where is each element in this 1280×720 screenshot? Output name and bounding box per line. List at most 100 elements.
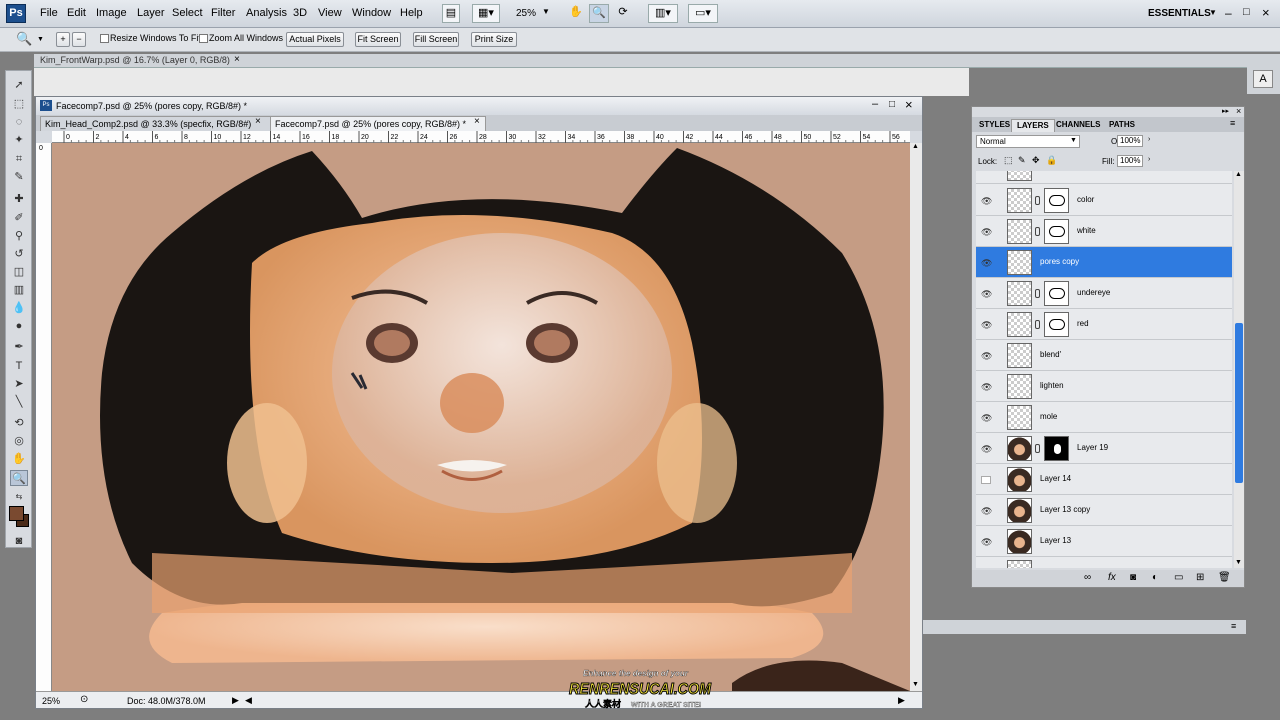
foreground-color-swatch[interactable] <box>9 506 24 521</box>
link-icon[interactable] <box>1035 444 1040 453</box>
marquee-tool-icon[interactable]: ⬚ <box>10 96 28 112</box>
panel-close-icon[interactable]: × <box>1236 106 1241 116</box>
menu-filter[interactable]: Filter <box>211 7 235 19</box>
status-menu-arrow-icon[interactable]: ▶ <box>232 695 239 706</box>
layer-row-partial-bottom[interactable] <box>976 557 1232 568</box>
blend-dropdown-icon[interactable]: ▼ <box>1070 137 1077 144</box>
zoom-all-checkbox[interactable] <box>199 34 208 43</box>
eye-icon[interactable]: 👁 <box>981 228 992 237</box>
workspace-switcher[interactable]: ESSENTIALS <box>1148 8 1211 19</box>
zoom-dropdown-icon[interactable]: ▼ <box>542 7 550 16</box>
menu-layer[interactable]: Layer <box>137 7 165 19</box>
layers-scroll-down-icon[interactable]: ▼ <box>1235 559 1242 566</box>
clone-stamp-tool-icon[interactable]: ⚲ <box>10 228 28 244</box>
view-extras-icon[interactable]: ▦▾ <box>472 4 500 23</box>
line-tool-icon[interactable]: ╲ <box>10 394 28 410</box>
workspace-dropdown-icon[interactable]: ▼ <box>1209 8 1217 17</box>
link-icon[interactable] <box>1035 196 1040 205</box>
layer-row-layer-13-copy[interactable]: 👁 Layer 13 copy <box>976 495 1232 526</box>
layers-scroll-thumb[interactable] <box>1235 323 1243 483</box>
eye-icon[interactable]: 👁 <box>981 414 992 423</box>
lock-all-icon[interactable]: 🔒 <box>1046 155 1057 166</box>
eye-icon[interactable]: 👁 <box>981 321 992 330</box>
quick-select-tool-icon[interactable]: ✦ <box>10 132 28 148</box>
maximize-icon[interactable]: □ <box>1243 6 1250 18</box>
document-vertical-scrollbar[interactable]: ▲ ▼ <box>910 143 922 691</box>
eye-icon[interactable]: 👁 <box>981 507 992 516</box>
layer-mask-thumbnail[interactable] <box>1044 188 1069 213</box>
menu-window[interactable]: Window <box>352 7 391 19</box>
layer-row-color[interactable]: 👁 color <box>976 185 1232 216</box>
close-icon[interactable]: × <box>1262 5 1270 20</box>
layer-row-layer-19[interactable]: 👁 Layer 19 <box>976 433 1232 464</box>
print-size-button[interactable]: Print Size <box>471 32 517 47</box>
eye-icon[interactable]: 👁 <box>981 352 992 361</box>
doc-maximize-icon[interactable]: □ <box>889 99 895 110</box>
type-tool-icon[interactable]: T <box>10 358 28 374</box>
arrange-documents-icon[interactable]: ▥▾ <box>648 4 678 23</box>
layers-scroll-up-icon[interactable]: ▲ <box>1235 171 1242 178</box>
layer-mask-thumbnail[interactable] <box>1044 312 1069 337</box>
scroll-up-icon[interactable]: ▲ <box>912 143 919 150</box>
new-group-icon[interactable]: ▭ <box>1174 572 1183 583</box>
layer-row-lighten[interactable]: 👁 lighten <box>976 371 1232 402</box>
layer-row-layer-14[interactable]: Layer 14 <box>976 464 1232 495</box>
resize-windows-checkbox[interactable] <box>100 34 109 43</box>
blur-tool-icon[interactable]: 💧 <box>10 300 28 316</box>
3d-orbit-tool-icon[interactable]: ◎ <box>10 433 28 449</box>
minimize-icon[interactable]: – <box>1225 6 1232 20</box>
eye-icon[interactable]: 👁 <box>981 445 992 454</box>
tab-close-icon[interactable]: × <box>474 116 480 127</box>
zoom-preset-icon[interactable]: 🔍 <box>16 31 32 47</box>
lower-panel-menu-icon[interactable]: ≡ <box>1231 621 1236 631</box>
tab-close-icon[interactable]: × <box>255 116 261 127</box>
zoom-out-icon[interactable]: − <box>72 32 86 47</box>
character-panel-icon[interactable]: A <box>1253 70 1273 88</box>
tab-layers[interactable]: LAYERS <box>1011 119 1055 132</box>
layer-row-pores-copy[interactable]: 👁 pores copy <box>976 247 1232 278</box>
healing-brush-tool-icon[interactable]: ✚ <box>10 191 28 207</box>
layer-row-mole[interactable]: 👁 mole <box>976 402 1232 433</box>
crop-tool-icon[interactable]: ⌗ <box>10 151 28 167</box>
fill-screen-button[interactable]: Fill Screen <box>413 32 459 47</box>
eye-icon[interactable]: 👁 <box>981 197 992 206</box>
menu-image[interactable]: Image <box>96 7 127 19</box>
gradient-tool-icon[interactable]: ▥ <box>10 282 28 298</box>
opacity-field[interactable]: 100% <box>1117 135 1143 147</box>
layer-row-partial[interactable] <box>976 171 1232 184</box>
menu-view[interactable]: View <box>318 7 342 19</box>
quick-mask-icon[interactable]: ◙ <box>10 533 28 549</box>
layer-style-icon[interactable]: fx <box>1108 572 1116 583</box>
eye-icon[interactable]: 👁 <box>981 259 992 268</box>
menu-select[interactable]: Select <box>172 7 203 19</box>
lock-image-icon[interactable]: ✎ <box>1018 155 1026 166</box>
tab-channels[interactable]: CHANNELS <box>1051 119 1105 131</box>
eye-icon[interactable]: 👁 <box>981 383 992 392</box>
canvas[interactable] <box>52 143 910 691</box>
zoom-tool-icon[interactable]: 🔍 <box>589 4 609 23</box>
pen-tool-icon[interactable]: ✒ <box>10 339 28 355</box>
scroll-down-icon[interactable]: ▼ <box>912 681 919 688</box>
add-mask-icon[interactable]: ◙ <box>1130 572 1136 583</box>
menu-help[interactable]: Help <box>400 7 423 19</box>
background-document-close-icon[interactable]: × <box>234 54 240 65</box>
tab-facecomp[interactable]: Facecomp7.psd @ 25% (pores copy, RGB/8#)… <box>270 116 486 131</box>
layer-mask-thumbnail[interactable] <box>1044 219 1069 244</box>
panel-menu-icon[interactable]: ≡ <box>1230 118 1235 128</box>
preset-dropdown-icon[interactable]: ▼ <box>37 36 44 43</box>
fit-screen-button[interactable]: Fit Screen <box>355 32 401 47</box>
hand-tool-panel-icon[interactable]: ✋ <box>10 451 28 467</box>
lock-position-icon[interactable]: ✥ <box>1032 155 1040 166</box>
zoom-tool-panel-icon[interactable]: 🔍 <box>10 470 28 486</box>
blend-mode-select[interactable]: Normal <box>976 135 1080 148</box>
swap-colors-icon[interactable]: ⇆ <box>10 489 28 505</box>
background-document-tab[interactable]: Kim_FrontWarp.psd @ 16.7% (Layer 0, RGB/… <box>34 54 1247 68</box>
opacity-slider-icon[interactable]: › <box>1148 136 1150 143</box>
layer-mask-thumbnail[interactable] <box>1044 436 1069 461</box>
hand-tool-icon[interactable]: ✋ <box>566 4 586 23</box>
layer-row-red[interactable]: 👁 red <box>976 309 1232 340</box>
dodge-tool-icon[interactable]: ● <box>10 318 28 334</box>
bridge-icon[interactable]: ▤ <box>442 4 460 23</box>
lasso-tool-icon[interactable]: ◌ <box>10 114 28 130</box>
delete-layer-icon[interactable]: 🗑 <box>1218 572 1231 583</box>
